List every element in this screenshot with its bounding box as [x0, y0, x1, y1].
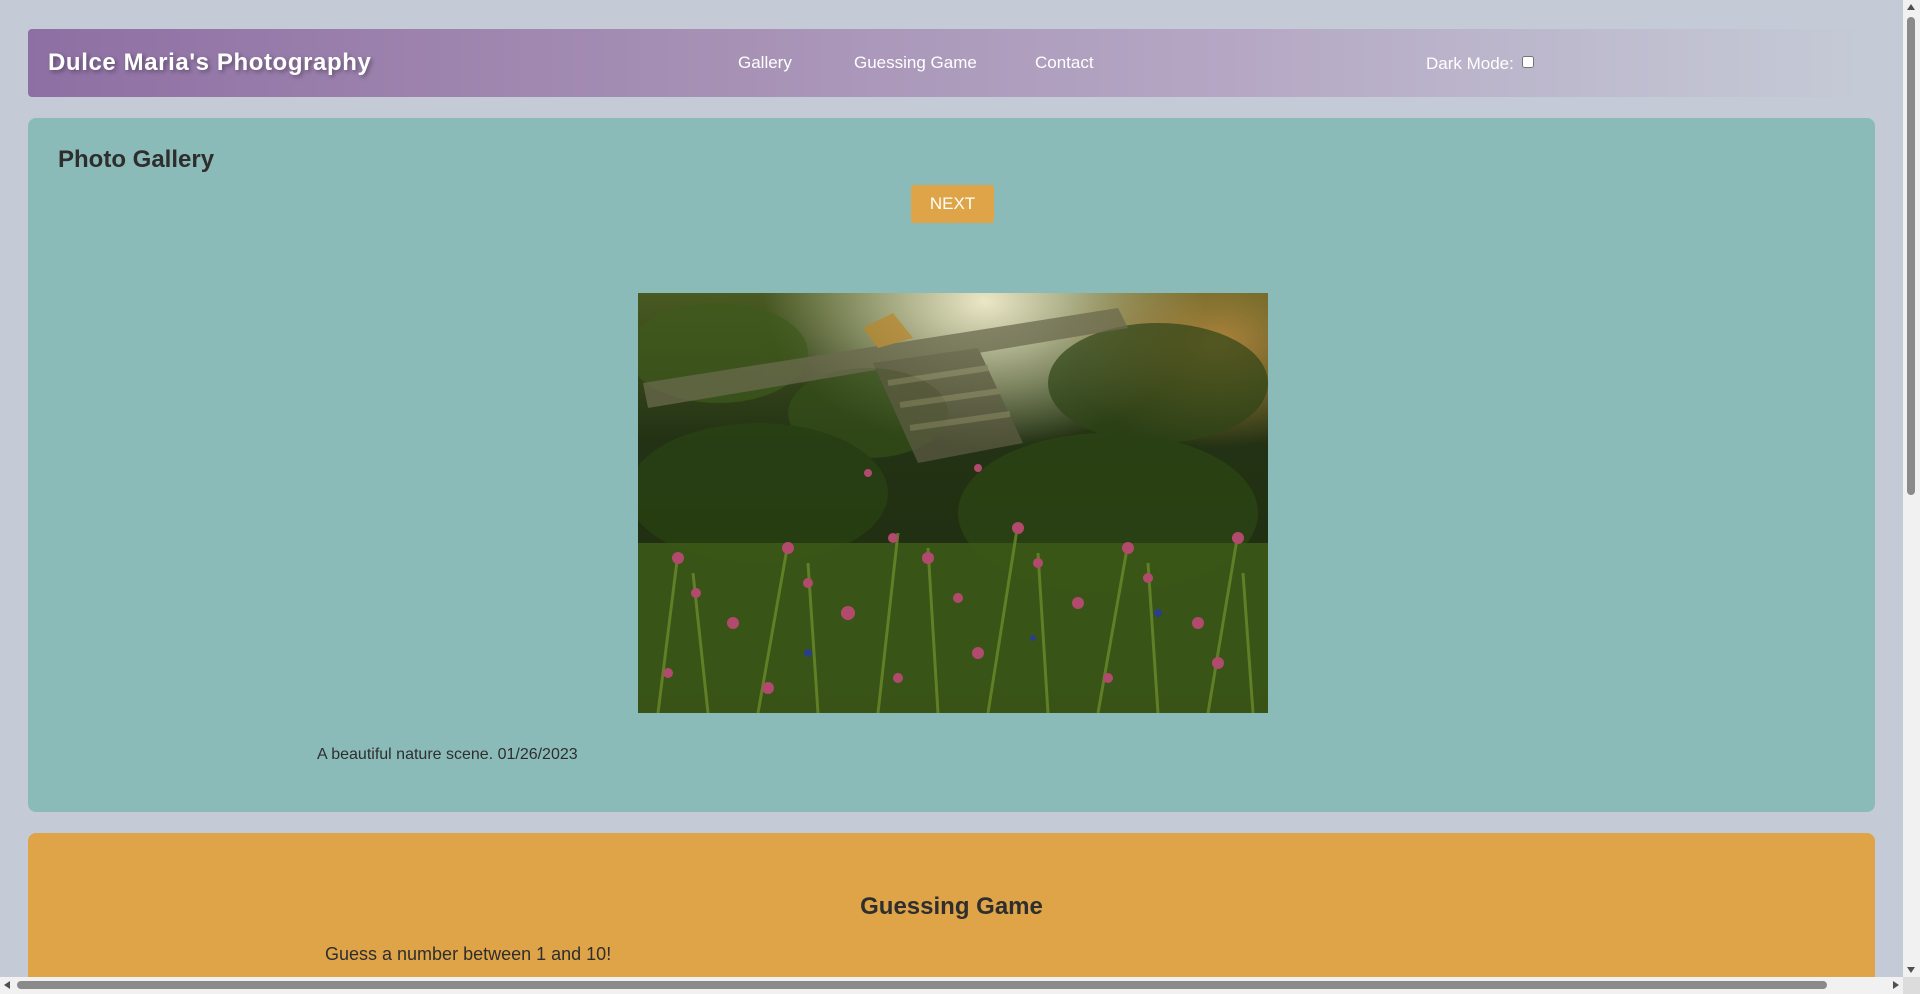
- gallery-photo: [638, 293, 1268, 713]
- page-viewport: Dulce Maria's Photography Gallery Guessi…: [0, 0, 1903, 977]
- game-heading: Guessing Game: [860, 893, 1043, 920]
- dark-mode-toggle: Dark Mode:: [1426, 54, 1534, 74]
- dark-mode-checkbox[interactable]: [1521, 56, 1534, 68]
- game-prompt: Guess a number between 1 and 10!: [325, 944, 612, 964]
- scrollbar-corner: [1903, 977, 1920, 994]
- scroll-up-arrow-icon[interactable]: [1907, 4, 1915, 10]
- nav-gallery-link[interactable]: Gallery: [738, 53, 792, 73]
- next-photo-button[interactable]: NEXT: [911, 185, 994, 223]
- scroll-right-arrow-icon[interactable]: [1893, 981, 1899, 989]
- guessing-game-section: Guessing Game Guess a number between 1 a…: [28, 833, 1875, 977]
- vertical-scroll-thumb[interactable]: [1907, 17, 1915, 495]
- scroll-down-arrow-icon[interactable]: [1907, 967, 1915, 973]
- dark-mode-label: Dark Mode:: [1426, 54, 1514, 73]
- gallery-heading: Photo Gallery: [58, 146, 215, 173]
- site-title: Dulce Maria's Photography: [48, 49, 372, 76]
- photo-gallery-section: Photo Gallery NEXT A beautiful nature sc…: [28, 118, 1875, 812]
- vertical-scrollbar[interactable]: [1903, 0, 1920, 977]
- horizontal-scrollbar[interactable]: [0, 977, 1903, 994]
- horizontal-scroll-thumb[interactable]: [17, 981, 1827, 989]
- nav-guessing-game-link[interactable]: Guessing Game: [854, 53, 977, 73]
- nav-contact-link[interactable]: Contact: [1035, 53, 1094, 73]
- photo-caption: A beautiful nature scene. 01/26/2023: [317, 746, 578, 763]
- scroll-left-arrow-icon[interactable]: [4, 981, 10, 989]
- site-header: Dulce Maria's Photography Gallery Guessi…: [28, 29, 1875, 97]
